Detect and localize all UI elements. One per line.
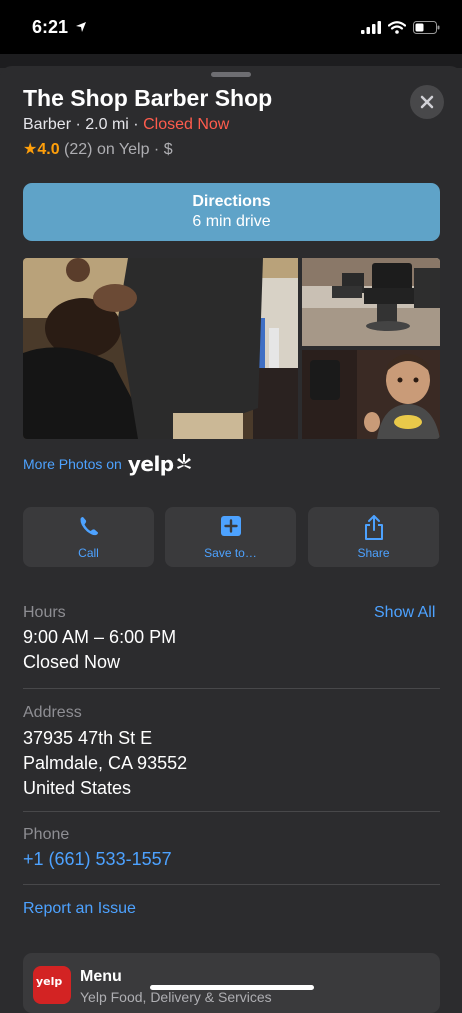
separator: · [75,116,81,133]
photo-barber-image [23,258,298,439]
directions-label: Directions [192,193,271,210]
close-icon [420,95,434,109]
photo-child-image [302,350,440,439]
status-time-text: 6:21 [32,17,69,37]
wifi-icon [388,20,406,34]
yelp-logo: yelp [128,452,192,476]
rating-source: on Yelp [96,141,150,158]
yelp-app-logo: yelp [33,966,71,1004]
phone-label: Phone [23,826,70,843]
price-level: $ [163,141,173,158]
separator: · [153,141,160,158]
photo-child-haircut[interactable] [302,350,440,439]
place-subtitle: Barber · 2.0 mi · Closed Now [23,116,229,134]
call-label: Call [78,546,99,560]
phone-icon [23,515,154,539]
address-line3: United States [23,778,132,798]
more-photos-label: More Photos on [23,456,122,472]
divider [23,884,440,885]
address-line1: 37935 47th St E [23,728,153,748]
report-issue-link[interactable]: Report an Issue [23,900,136,918]
place-title: The Shop Barber Shop [23,85,273,111]
home-indicator[interactable] [150,985,314,990]
open-status: Closed Now [143,116,230,133]
menu-subtitle: Yelp Food, Delivery & Services [80,989,272,1005]
rating-row[interactable]: ★4.0 (22) on Yelp · $ [23,139,173,159]
place-category: Barber [23,116,72,133]
directions-button[interactable]: Directions 6 min drive [23,183,440,241]
hours-status: Closed Now [23,652,121,672]
save-to-button[interactable]: Save to… [165,507,296,567]
review-count: (22) [64,141,93,158]
menu-title: Menu [80,968,122,985]
plus-square-icon [165,515,296,539]
status-icons [361,18,440,36]
separator: · [133,116,139,133]
show-all-hours-link[interactable]: Show All [374,604,435,622]
yelp-wordmark: yelp [127,452,174,476]
share-icon [308,515,439,540]
photo-barber-chairs[interactable] [302,258,440,346]
photo-chairs-image [302,258,440,346]
hours-value: 9:00 AM – 6:00 PM [23,627,177,647]
save-to-label: Save to… [204,546,257,560]
battery-icon [413,20,440,34]
address-block[interactable]: 37935 47th St E Palmdale, CA 93552 Unite… [23,726,187,801]
phone-number-link[interactable]: +1 (661) 533-1557 [23,849,172,870]
status-time: 6:21 [32,17,87,38]
divider [23,688,440,689]
call-button[interactable]: Call [23,507,154,567]
yelp-burst-icon [176,454,191,469]
address-line2: Palmdale, CA 93552 [23,753,188,773]
location-arrow-icon [76,22,87,32]
share-label: Share [357,546,390,560]
place-distance: 2.0 mi [85,116,129,133]
star-icon: ★ [23,141,38,158]
address-label: Address [23,704,82,721]
share-button[interactable]: Share [308,507,439,567]
photo-barber-cutting[interactable] [23,258,298,439]
close-button[interactable] [410,85,444,119]
sheet-grabber[interactable] [211,72,251,77]
directions-sublabel: 6 min drive [192,213,271,230]
hours-label: Hours [23,604,66,621]
yelp-logo-text: yelp [36,975,63,988]
divider [23,811,440,812]
more-photos-link[interactable]: More Photos on yelp [23,452,192,476]
rating-value: 4.0 [37,141,60,158]
cellular-signal-icon [361,20,381,34]
